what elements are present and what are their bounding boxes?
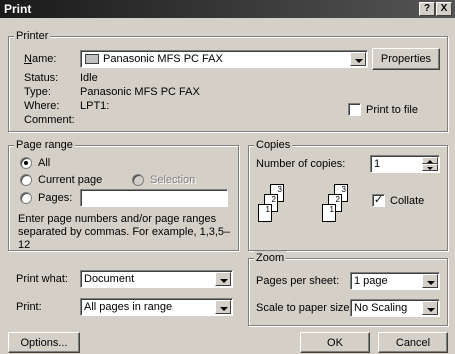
window-title: Print	[4, 2, 32, 16]
print-to-file-label: Print to file	[366, 104, 418, 116]
all-radio[interactable]	[20, 157, 32, 169]
status-value: Idle	[80, 72, 98, 84]
pages-per-sheet-select[interactable]: 1 page	[350, 272, 440, 290]
status-label: Status:	[24, 72, 59, 84]
spinner-buttons[interactable]	[422, 157, 438, 171]
print-value: All pages in range	[84, 301, 173, 313]
chevron-down-icon[interactable]	[215, 300, 231, 314]
chevron-down-icon[interactable]	[422, 274, 438, 288]
printer-select-value: Panasonic MFS PC FAX	[103, 53, 223, 65]
type-value: Panasonic MFS PC FAX	[80, 86, 200, 98]
pages-input[interactable]	[80, 189, 228, 207]
chevron-down-icon[interactable]	[215, 272, 231, 286]
print-what-value: Document	[84, 273, 135, 285]
pages-per-sheet-value: 1 page	[354, 275, 388, 287]
scale-value: No Scaling	[354, 302, 408, 314]
page-range-group-label: Page range	[14, 138, 75, 152]
print-to-file-checkbox[interactable]	[348, 103, 361, 116]
pages-label: Pages:	[38, 192, 73, 204]
options-button[interactable]: Options...	[8, 332, 80, 353]
chevron-down-icon[interactable]	[422, 301, 438, 315]
zoom-group-label: Zoom	[254, 251, 287, 265]
spin-down-icon[interactable]	[422, 164, 438, 171]
properties-button-label: Properties	[380, 53, 432, 65]
cancel-button[interactable]: Cancel	[378, 332, 448, 353]
scale-select[interactable]: No Scaling	[350, 299, 440, 317]
current-page-radio[interactable]	[20, 174, 32, 186]
spin-up-icon[interactable]	[422, 157, 438, 164]
collate-label: Collate	[390, 195, 425, 207]
close-button[interactable]: X	[436, 2, 452, 16]
chevron-down-icon[interactable]	[350, 52, 366, 66]
page-range-hint: Enter page numbers and/or page ranges se…	[18, 213, 231, 251]
copies-spinner[interactable]: 1	[370, 155, 440, 173]
comment-label: Comment:	[24, 114, 75, 126]
help-button[interactable]: ?	[419, 2, 435, 16]
collate-checkbox[interactable]: ✓	[372, 194, 385, 207]
number-of-copies-label: Number of copies:	[256, 158, 346, 170]
scale-label: Scale to paper size:	[256, 302, 353, 314]
printer-group-label: Printer	[14, 29, 51, 43]
selection-label: Selection	[150, 174, 196, 186]
printer-name-label: Name:	[24, 53, 57, 65]
properties-button[interactable]: Properties	[372, 48, 440, 70]
type-label: Type:	[24, 86, 51, 98]
print-what-label: Print what:	[16, 273, 68, 285]
ok-button[interactable]: OK	[300, 332, 370, 353]
printer-icon	[85, 54, 99, 64]
pages-radio[interactable]	[20, 192, 32, 204]
all-label: All	[38, 157, 51, 169]
copies-group-label: Copies	[254, 138, 293, 152]
print-select[interactable]: All pages in range	[80, 298, 233, 316]
current-page-label: Current page	[38, 174, 103, 186]
selection-radio[interactable]	[132, 174, 144, 186]
where-value: LPT1:	[80, 100, 110, 112]
pages-per-sheet-label: Pages per sheet:	[256, 275, 340, 287]
printer-select[interactable]: Panasonic MFS PC FAX	[80, 50, 368, 68]
collate-pages-icon: 3 2 1 3 2 1	[256, 184, 366, 234]
title-bar: Print ? X	[0, 0, 455, 18]
print-what-select[interactable]: Document	[80, 270, 233, 288]
copies-value: 1	[374, 158, 381, 170]
print-label: Print:	[16, 301, 42, 313]
where-label: Where:	[24, 100, 60, 112]
